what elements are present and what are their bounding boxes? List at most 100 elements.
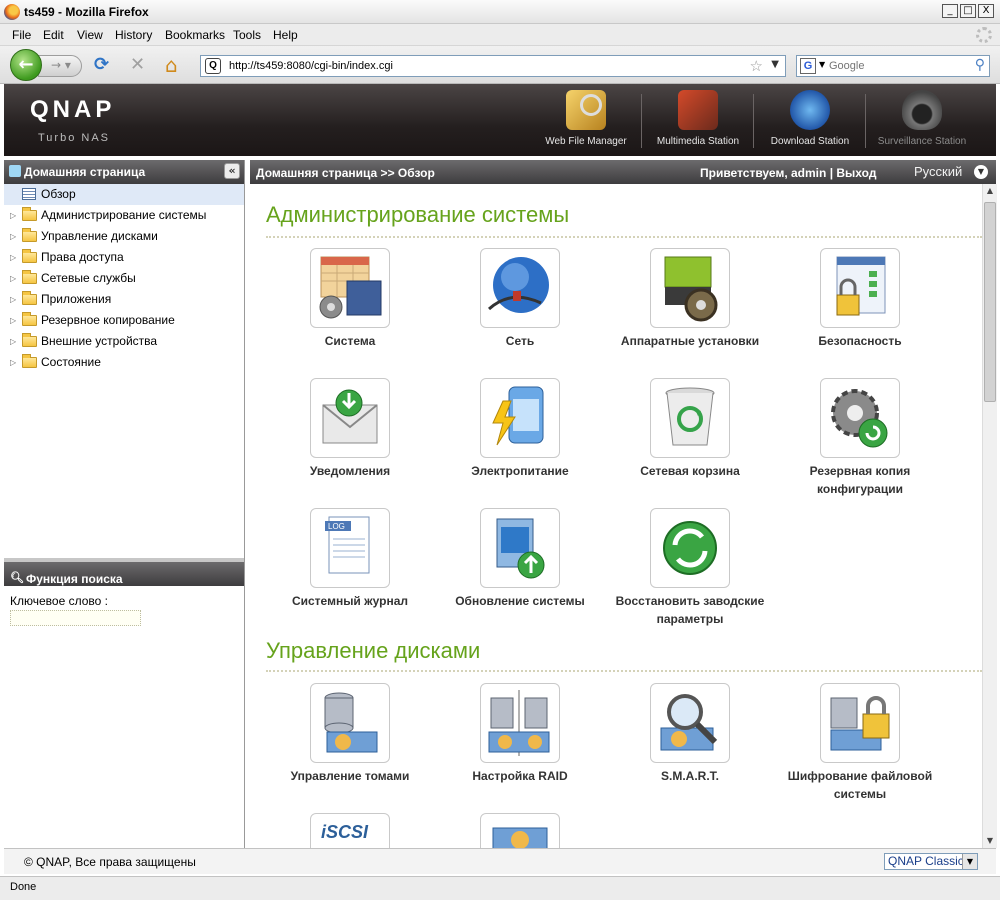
search-go-icon[interactable]: ⚲ xyxy=(975,57,985,73)
tile-firmware-update[interactable]: Обновление системы xyxy=(435,508,605,610)
expand-arrow-icon[interactable]: ▷ xyxy=(10,226,16,247)
tile-notifications[interactable]: Уведомления xyxy=(265,378,435,480)
expand-arrow-icon[interactable]: ▷ xyxy=(10,310,16,331)
keyword-input[interactable] xyxy=(10,610,141,626)
expand-arrow-icon[interactable]: ▷ xyxy=(10,247,16,268)
tile-security[interactable]: Безопасность xyxy=(775,248,945,350)
web-file-manager-icon xyxy=(566,90,606,130)
folder-icon xyxy=(22,312,37,326)
tile-iscsi[interactable]: iSCSI xyxy=(265,813,435,848)
sidebar-item-status[interactable]: ▷ Состояние xyxy=(4,352,244,373)
smart-icon xyxy=(650,683,730,763)
scroll-thumb[interactable] xyxy=(984,202,996,402)
tile-virtual-disk[interactable] xyxy=(435,813,605,848)
raid-icon xyxy=(480,683,560,763)
reload-icon[interactable]: ⟳ xyxy=(94,55,109,75)
sidebar-item-backup[interactable]: ▷ Резервное копирование xyxy=(4,310,244,331)
menu-view[interactable]: View xyxy=(77,28,103,42)
network-icon xyxy=(480,248,560,328)
main-header: Домашняя страница >> Обзор Приветствуем,… xyxy=(250,160,996,184)
menu-bar: File Edit View History Bookmarks Tools H… xyxy=(0,24,1000,46)
tile-power[interactable]: Электропитание xyxy=(435,378,605,480)
menu-file[interactable]: File xyxy=(12,28,31,42)
tile-config-backup[interactable]: Резервная копия конфигурации xyxy=(775,378,945,498)
menu-edit[interactable]: Edit xyxy=(43,28,64,42)
bookmark-star-icon[interactable]: ☆ xyxy=(750,57,763,75)
download-station-link[interactable]: Download Station xyxy=(754,90,866,152)
web-file-manager-link[interactable]: Web File Manager xyxy=(530,90,642,152)
expand-arrow-icon[interactable]: ▷ xyxy=(10,289,16,310)
address-bar[interactable]: Q http://ts459:8080/cgi-bin/index.cgi ☆ … xyxy=(200,55,786,77)
tile-smart[interactable]: S.M.A.R.T. xyxy=(605,683,775,785)
tile-filesystem-encryption[interactable]: Шифрование файловой системы xyxy=(775,683,945,803)
collapse-sidebar-button[interactable]: « xyxy=(224,163,240,179)
config-backup-icon xyxy=(820,378,900,458)
system-icon xyxy=(310,248,390,328)
scroll-down-icon[interactable]: ▼ xyxy=(983,834,997,848)
menu-history[interactable]: History xyxy=(115,28,152,42)
menu-bookmarks[interactable]: Bookmarks xyxy=(165,28,225,42)
search-panel: 🔍︎ Функция поиска Ключевое слово : xyxy=(4,558,244,626)
security-icon xyxy=(820,248,900,328)
tile-raid-settings[interactable]: Настройка RAID xyxy=(435,683,605,785)
folder-icon xyxy=(22,291,37,305)
tile-recycle-bin[interactable]: Сетевая корзина xyxy=(605,378,775,480)
recycle-bin-icon xyxy=(650,378,730,458)
tile-system-log[interactable]: LOG Системный журнал xyxy=(265,508,435,610)
url-history-dropdown-icon[interactable]: ▼ xyxy=(771,59,779,70)
menu-help[interactable]: Help xyxy=(273,28,298,42)
sidebar-item-disk-management[interactable]: ▷ Управление дисками xyxy=(4,226,244,247)
multimedia-station-icon xyxy=(678,90,718,130)
page-footer: © QNAP, Все права защищены QNAP Classic … xyxy=(4,848,996,874)
forward-button[interactable]: → ▾ xyxy=(38,55,82,77)
search-input[interactable] xyxy=(829,58,963,74)
menu-tools[interactable]: Tools xyxy=(233,28,261,42)
surveillance-station-link[interactable]: Surveillance Station xyxy=(866,90,978,152)
sidebar-item-overview[interactable]: Обзор xyxy=(4,184,244,205)
sidebar-item-access-rights[interactable]: ▷ Права доступа xyxy=(4,247,244,268)
content-scrollbar[interactable]: ▲ ▼ xyxy=(982,184,997,848)
nav-tree: Обзор ▷ Администрирование системы ▷ Упра… xyxy=(4,184,244,373)
qnap-header: QNAP Turbo NAS Web File Manager Multimed… xyxy=(4,84,996,156)
sidebar-title: Домашняя страница xyxy=(24,165,146,179)
back-button[interactable]: ← xyxy=(10,49,42,81)
scroll-up-icon[interactable]: ▲ xyxy=(983,184,997,198)
username: admin xyxy=(791,166,827,180)
status-text: Done xyxy=(10,881,37,893)
minimize-button[interactable]: _ xyxy=(942,4,958,18)
theme-dropdown-icon[interactable]: ▼ xyxy=(962,854,977,869)
search-bar[interactable]: G ▼ ⚲ xyxy=(796,55,990,77)
multimedia-station-link[interactable]: Multimedia Station xyxy=(642,90,754,152)
tile-network[interactable]: Сеть xyxy=(435,248,605,350)
theme-select[interactable]: QNAP Classic ▼ xyxy=(884,853,978,870)
tile-system[interactable]: Система xyxy=(265,248,435,350)
maximize-button[interactable]: □ xyxy=(960,4,976,18)
search-engine-icon[interactable]: G xyxy=(800,58,816,74)
tile-hardware[interactable]: Аппаратные установки xyxy=(605,248,775,350)
language-dropdown-icon[interactable]: ▼ xyxy=(974,165,988,179)
url-text[interactable]: http://ts459:8080/cgi-bin/index.cgi xyxy=(229,60,393,72)
sidebar-item-network-services[interactable]: ▷ Сетевые службы xyxy=(4,268,244,289)
folder-icon xyxy=(22,228,37,242)
sidebar-item-external-devices[interactable]: ▷ Внешние устройства xyxy=(4,331,244,352)
stop-icon[interactable]: ✕ xyxy=(130,55,145,75)
window-titlebar: ts459 - Mozilla Firefox _ □ X xyxy=(0,0,1000,24)
expand-arrow-icon[interactable]: ▷ xyxy=(10,205,16,226)
surveillance-camera-icon xyxy=(902,90,942,130)
tile-restore-defaults[interactable]: Восстановить заводские параметры xyxy=(605,508,775,628)
close-button[interactable]: X xyxy=(978,4,994,18)
sidebar-item-system-admin[interactable]: ▷ Администрирование системы xyxy=(4,205,244,226)
iscsi-icon: iSCSI xyxy=(310,813,390,848)
site-identity-icon[interactable]: Q xyxy=(205,58,221,74)
sidebar-item-applications[interactable]: ▷ Приложения xyxy=(4,289,244,310)
home-icon[interactable]: ⌂ xyxy=(165,55,178,75)
language-label[interactable]: Русский xyxy=(914,164,962,179)
tile-volume-management[interactable]: Управление томами xyxy=(265,683,435,785)
search-engine-dropdown-icon[interactable]: ▼ xyxy=(819,60,825,69)
overview-icon xyxy=(22,188,36,200)
logout-link[interactable]: Выход xyxy=(836,166,876,180)
expand-arrow-icon[interactable]: ▷ xyxy=(10,352,16,373)
expand-arrow-icon[interactable]: ▷ xyxy=(10,331,16,352)
browser-statusbar: Done xyxy=(0,876,1000,900)
expand-arrow-icon[interactable]: ▷ xyxy=(10,268,16,289)
